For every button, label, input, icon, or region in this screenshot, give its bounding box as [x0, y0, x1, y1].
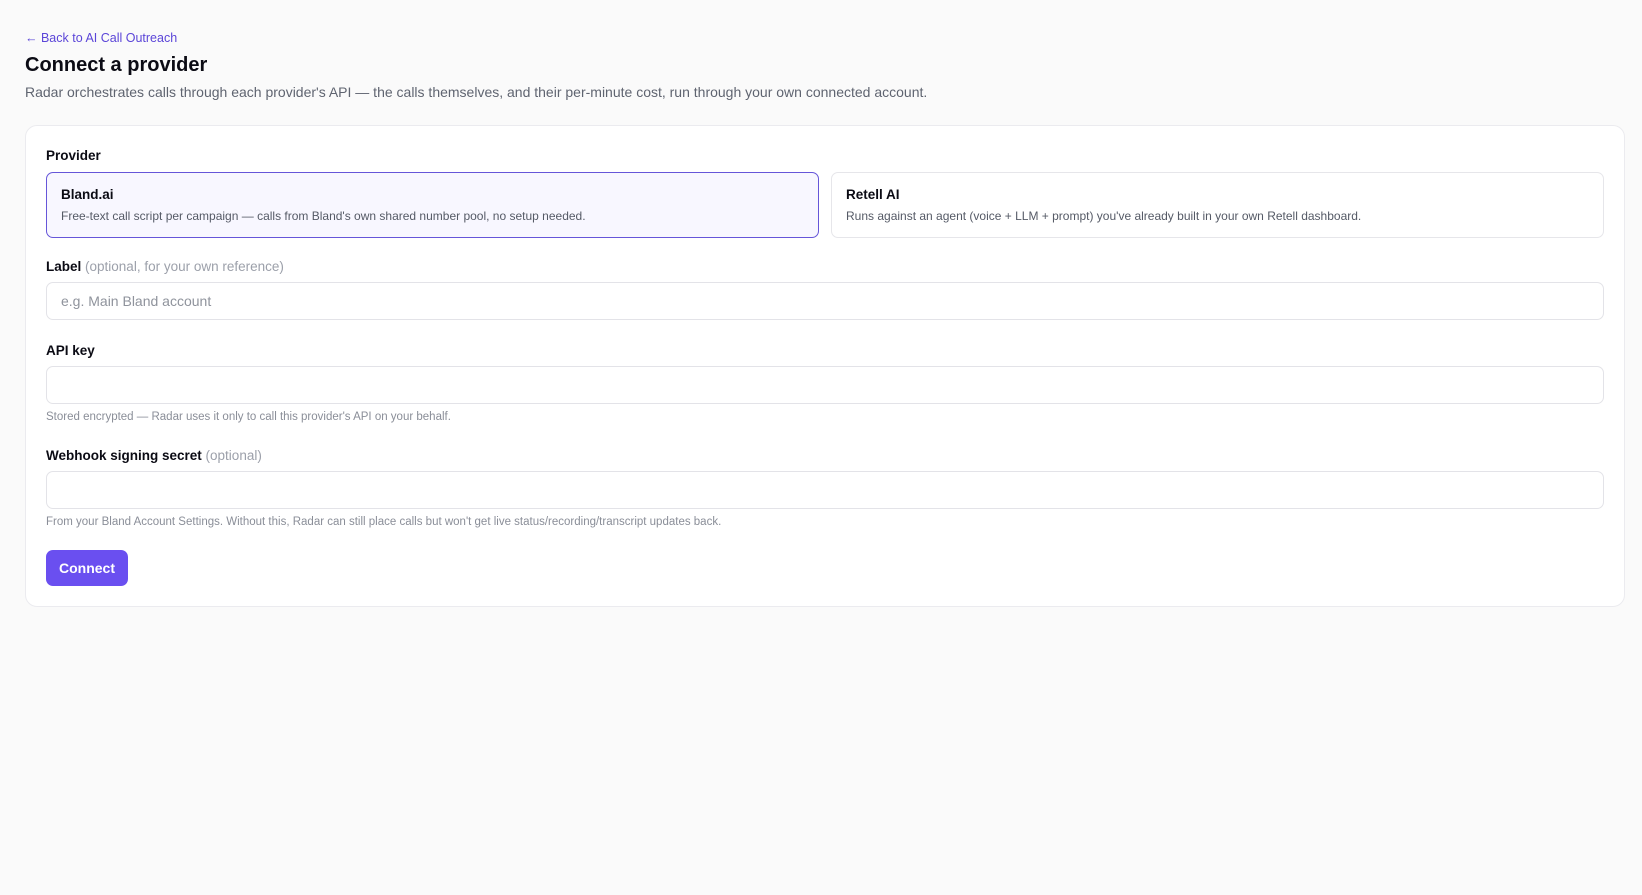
back-link[interactable]: ← Back to AI Call Outreach — [25, 30, 177, 46]
connect-provider-card: Provider Bland.ai Free-text call script … — [25, 125, 1625, 607]
provider-label: Provider — [46, 148, 101, 163]
provider-section: Provider Bland.ai Free-text call script … — [46, 147, 1604, 238]
api-key-label: API key — [46, 343, 95, 358]
webhook-secret-help: From your Bland Account Settings. Withou… — [46, 516, 722, 528]
provider-option-bland[interactable]: Bland.ai Free-text call script per campa… — [46, 172, 819, 238]
provider-option-name: Retell AI — [846, 187, 900, 202]
provider-option-retell[interactable]: Retell AI Runs against an agent (voice +… — [831, 172, 1604, 238]
provider-option-name: Bland.ai — [61, 187, 114, 202]
api-key-field-group: API key Stored encrypted — Radar uses it… — [46, 342, 1604, 425]
provider-option-description: Runs against an agent (voice + LLM + pro… — [846, 209, 1362, 223]
webhook-secret-optional-note: (optional) — [205, 448, 262, 463]
webhook-secret-label-text: Webhook signing secret — [46, 448, 202, 463]
webhook-secret-label: Webhook signing secret (optional) — [46, 447, 1604, 465]
label-input[interactable] — [46, 282, 1604, 320]
label-field-optional-note: (optional, for your own reference) — [85, 259, 284, 274]
api-key-input[interactable] — [46, 366, 1604, 404]
provider-options: Bland.ai Free-text call script per campa… — [46, 172, 1604, 238]
api-key-help: Stored encrypted — Radar uses it only to… — [46, 411, 451, 423]
page-title: Connect a provider — [25, 54, 208, 76]
webhook-secret-input[interactable] — [46, 471, 1604, 509]
webhook-secret-field-group: Webhook signing secret (optional) From y… — [46, 447, 1604, 530]
connect-button[interactable]: Connect — [46, 550, 128, 586]
provider-option-description: Free-text call script per campaign — cal… — [61, 209, 586, 223]
label-field-group: Label (optional, for your own reference) — [46, 258, 1604, 320]
connect-provider-page: ← Back to AI Call Outreach Connect a pro… — [0, 0, 1642, 895]
page-subtitle: Radar orchestrates calls through each pr… — [25, 84, 928, 100]
label-field-label-text: Label — [46, 259, 82, 274]
label-field-label: Label (optional, for your own reference) — [46, 258, 1604, 276]
